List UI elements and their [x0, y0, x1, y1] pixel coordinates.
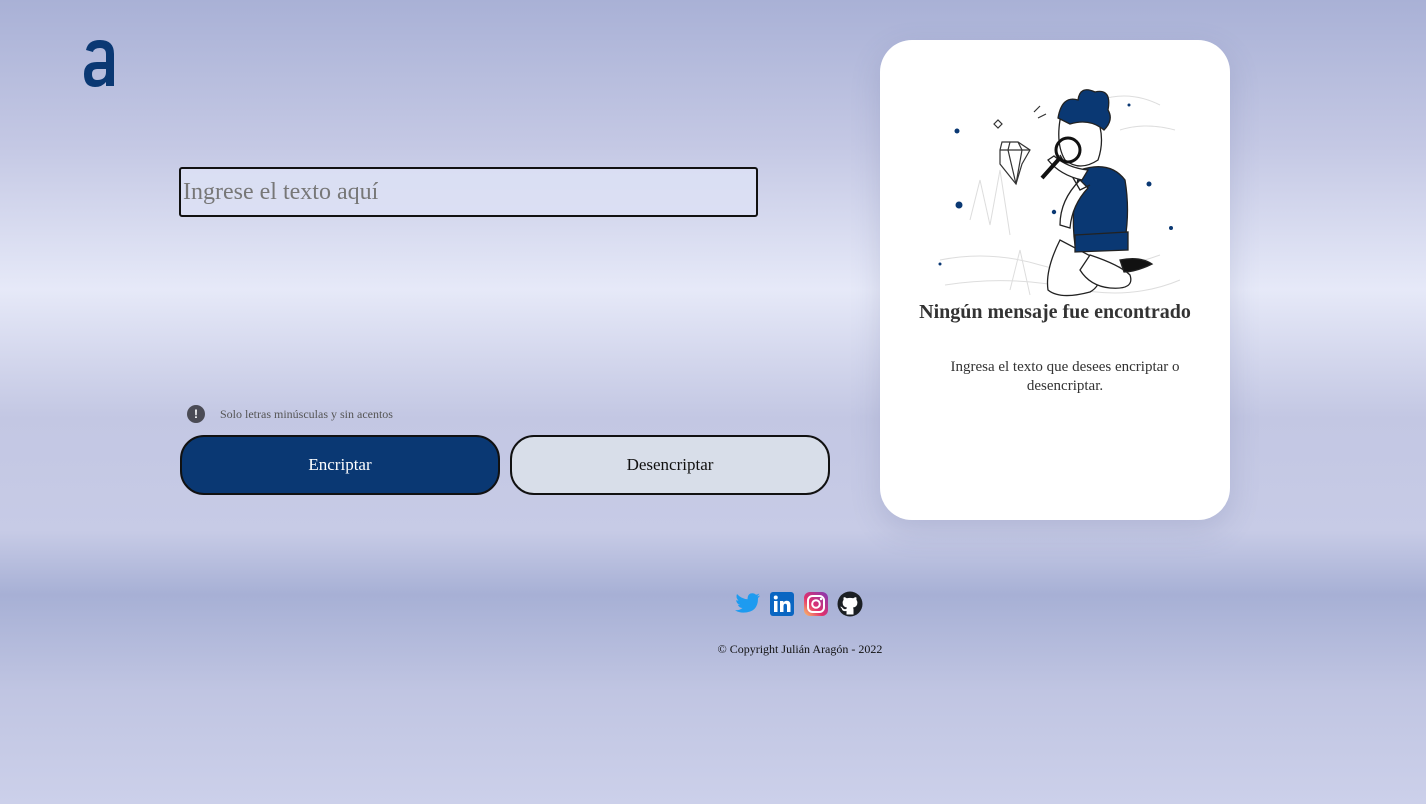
card-title: Ningún mensaje fue encontrado [919, 301, 1191, 323]
hint-text: Solo letras minúsculas y sin acentos [220, 406, 393, 421]
person-with-magnifying-glass-illustration [938, 89, 1181, 297]
social-links [735, 591, 863, 617]
card-subtitle: Ingresa el texto que desees encriptar o … [950, 359, 1180, 394]
result-card: Ningún mensaje fue encontrado Ingresa el… [880, 40, 1230, 520]
github-icon[interactable] [837, 591, 863, 617]
alura-logo-icon [84, 40, 114, 87]
linkedin-icon[interactable] [769, 591, 795, 617]
text-input[interactable] [179, 167, 758, 217]
copyright-text: © Copyright Julián Aragón - 2022 [717, 642, 883, 656]
twitter-icon[interactable] [735, 591, 761, 617]
decrypt-button[interactable]: Desencriptar [510, 435, 830, 495]
hint: ! Solo letras minúsculas y sin acentos [187, 405, 393, 423]
encrypt-button[interactable]: Encriptar [180, 435, 500, 495]
instagram-icon[interactable] [803, 591, 829, 617]
exclamation-circle-icon: ! [187, 405, 205, 423]
